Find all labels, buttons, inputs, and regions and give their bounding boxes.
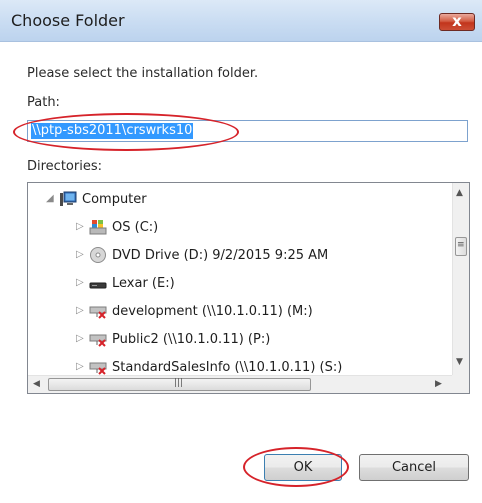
disconnected-network-drive-icon — [89, 303, 107, 319]
close-button[interactable]: x — [439, 12, 475, 31]
expanded-arrow-icon[interactable]: ◢ — [46, 193, 56, 204]
tree-item-label: StandardSalesInfo (\\10.1.0.11) (S:) — [112, 360, 343, 375]
dialog-body: Please select the installation folder. P… — [0, 42, 482, 503]
path-input[interactable]: \\ptp-sbs2011\crswrks10 — [27, 120, 468, 142]
scroll-down-icon[interactable]: ▼ — [456, 357, 463, 367]
path-label: Path: — [27, 95, 60, 110]
scroll-up-icon[interactable]: ▲ — [456, 188, 463, 198]
tree-item-lexar[interactable]: ▷ Lexar (E:) — [76, 274, 436, 294]
ok-button[interactable]: OK — [264, 454, 342, 481]
collapsed-arrow-icon[interactable]: ▷ — [76, 361, 86, 372]
disconnected-network-drive-icon — [89, 331, 107, 347]
tree-item-os-c[interactable]: ▷ OS (C:) — [76, 218, 436, 238]
tree-item-dvd-drive[interactable]: ▷ DVD Drive (D:) 9/2/2015 9:25 AM — [76, 246, 436, 266]
scroll-right-icon[interactable]: ▶ — [435, 379, 442, 389]
scroll-corner — [452, 375, 469, 393]
close-icon: x — [452, 12, 462, 30]
computer-icon — [59, 191, 77, 207]
window-title: Choose Folder — [11, 11, 125, 30]
disconnected-network-drive-icon — [89, 359, 107, 375]
path-value: \\ptp-sbs2011\crswrks10 — [31, 123, 194, 139]
directory-tree[interactable]: ◢ Computer ▷ OS (C:) ▷ DVD Drive (D:) 9/… — [27, 182, 470, 394]
vertical-scrollbar[interactable]: ▲ ≡ ▼ — [452, 183, 469, 375]
grip-icon: ||| — [174, 378, 184, 388]
tree-item-label: Computer — [82, 192, 147, 207]
dvd-drive-icon — [89, 247, 107, 263]
collapsed-arrow-icon[interactable]: ▷ — [76, 277, 86, 288]
tree-item-label: Public2 (\\10.1.0.11) (P:) — [112, 332, 271, 347]
directories-label: Directories: — [27, 159, 102, 174]
tree-item-public2[interactable]: ▷ Public2 (\\10.1.0.11) (P:) — [76, 330, 436, 350]
horizontal-scroll-thumb[interactable]: ||| — [48, 378, 311, 391]
tree-item-development[interactable]: ▷ development (\\10.1.0.11) (M:) — [76, 302, 436, 322]
tree-item-label: OS (C:) — [112, 220, 159, 235]
collapsed-arrow-icon[interactable]: ▷ — [76, 305, 86, 316]
instruction-text: Please select the installation folder. — [27, 66, 259, 81]
tree-item-computer[interactable]: ◢ Computer — [46, 190, 426, 210]
grip-icon: ≡ — [457, 240, 465, 250]
title-bar: Choose Folder x — [0, 0, 482, 42]
collapsed-arrow-icon[interactable]: ▷ — [76, 333, 86, 344]
tree-item-label: Lexar (E:) — [112, 276, 175, 291]
collapsed-arrow-icon[interactable]: ▷ — [76, 221, 86, 232]
removable-drive-icon — [89, 275, 107, 291]
tree-item-label: development (\\10.1.0.11) (M:) — [112, 304, 313, 319]
scroll-left-icon[interactable]: ◀ — [33, 379, 40, 389]
windows-drive-icon — [89, 219, 107, 235]
vertical-scroll-thumb[interactable]: ≡ — [455, 237, 467, 256]
collapsed-arrow-icon[interactable]: ▷ — [76, 249, 86, 260]
tree-item-label: DVD Drive (D:) 9/2/2015 9:25 AM — [112, 248, 329, 263]
horizontal-scrollbar[interactable]: ◀ ||| ▶ — [28, 375, 452, 393]
cancel-button[interactable]: Cancel — [359, 454, 469, 481]
